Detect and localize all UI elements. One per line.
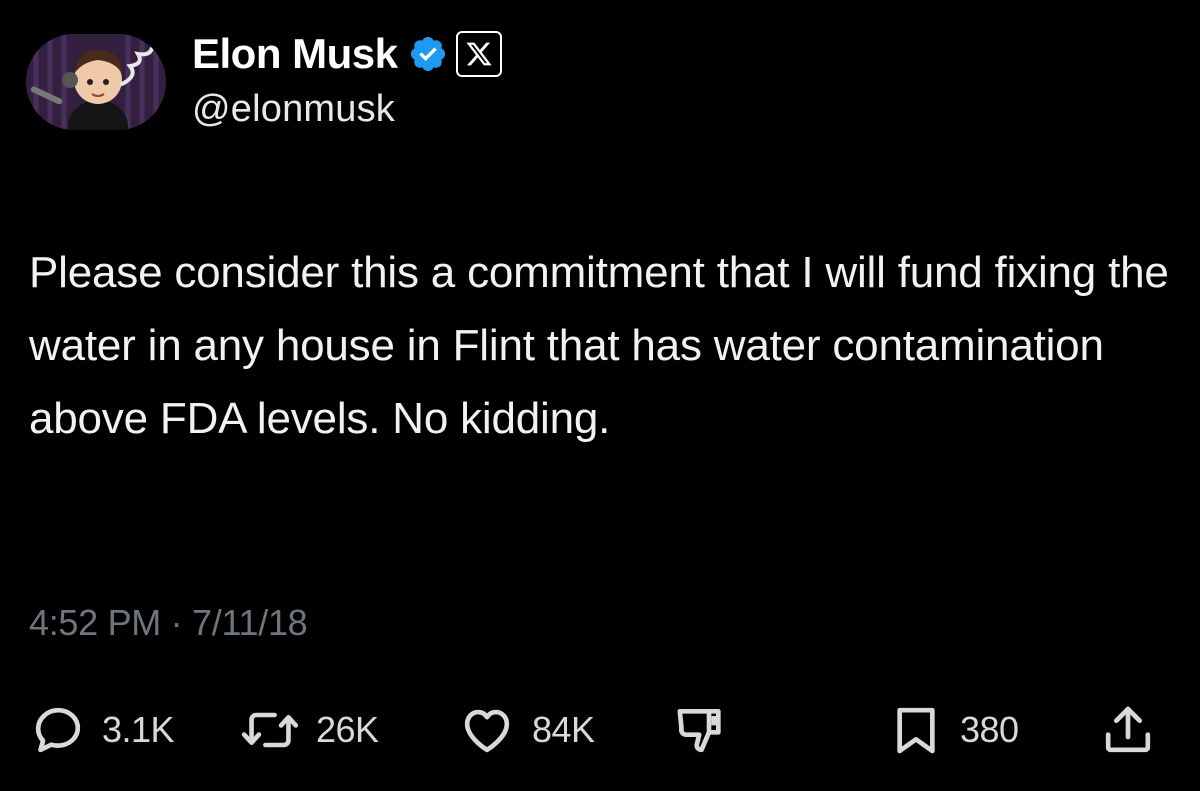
repost-count: 26K [316,709,379,750]
reply-count: 3.1K [102,709,175,750]
tweet-timestamp[interactable]: 4:52 PM · 7/11/18 [29,602,308,644]
dislike-icon [677,709,721,753]
dislike-button[interactable] [672,700,732,760]
author-display-name[interactable]: Elon Musk [192,30,398,78]
avatar[interactable] [26,34,166,130]
share-button[interactable] [1100,700,1156,760]
like-count: 84K [532,709,595,750]
repost-button[interactable]: 26K [240,700,379,760]
like-button[interactable]: 84K [458,700,595,760]
tweet-text: Please consider this a commitment that I… [29,248,1169,443]
like-icon [464,709,510,753]
avatar-image [26,34,166,130]
tweet-action-bar: 3.1K 26K 84K 380 [0,700,1200,760]
verified-badge-icon[interactable] [408,34,448,74]
reply-icon [35,707,81,753]
author-handle[interactable]: @elonmusk [192,88,502,131]
tweet-author: Elon Musk @elonmusk [192,26,502,131]
bookmark-count: 380 [960,709,1019,750]
bookmark-icon [897,707,935,754]
author-name-row: Elon Musk [192,26,502,82]
x-logo-icon[interactable] [455,31,502,77]
bookmark-button[interactable]: 380 [888,700,1019,760]
reply-button[interactable]: 3.1K [30,700,175,760]
repost-icon [241,712,299,748]
share-icon [1105,706,1151,753]
